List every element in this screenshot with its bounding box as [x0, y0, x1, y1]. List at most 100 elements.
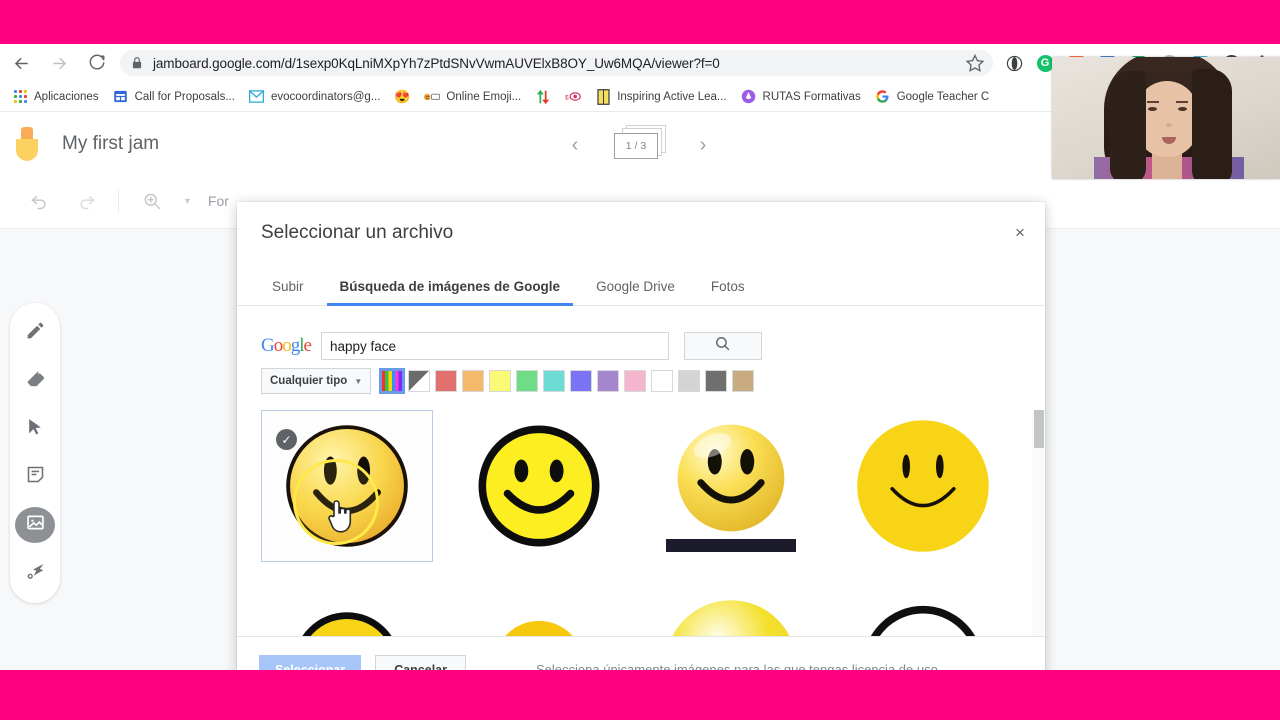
reload-icon[interactable] [80, 46, 114, 80]
bookmark-label: Aplicaciones [34, 90, 99, 103]
eraser-icon [25, 368, 46, 394]
results-row [261, 590, 1021, 636]
result-happy-face-5[interactable] [261, 590, 433, 636]
google-logo: Google [261, 335, 312, 356]
cursor-arrow-icon [25, 417, 45, 442]
opera-extension-icon[interactable] [1001, 50, 1027, 76]
bookmark-aplicaciones[interactable]: Aplicaciones [6, 85, 105, 109]
swatch-orange[interactable] [462, 370, 485, 392]
swatch-purple[interactable] [597, 370, 620, 392]
happy-face-image [478, 425, 600, 547]
swatch-white[interactable] [651, 370, 674, 392]
jamboard-logo-icon [16, 126, 38, 161]
dialog-footer: Seleccionar Cancelar Selecciona únicamen… [237, 636, 1045, 670]
page-thumbnail-stack[interactable]: 1 / 3 [608, 125, 670, 165]
cancel-button[interactable]: Cancelar [375, 655, 466, 670]
chevron-down-icon[interactable]: ▼ [183, 196, 192, 206]
swatch-teal[interactable] [543, 370, 566, 392]
screen: jamboard.google.com/d/1sexp0KqLniMXpYh7z… [0, 0, 1280, 720]
undo-icon[interactable] [22, 184, 56, 218]
swatch-blue[interactable] [570, 370, 593, 392]
page-navigation: ‹ 1 / 3 › [556, 123, 722, 167]
swatch-brown[interactable] [732, 370, 755, 392]
result-happy-face-8[interactable] [837, 590, 1009, 636]
tab-google-image-search[interactable]: Búsqueda de imágenes de Google [326, 279, 574, 306]
bookmark-label: Inspiring Active Lea... [617, 90, 727, 103]
search-icon [714, 335, 731, 357]
bookmark-google-teacher[interactable]: Google Teacher C [869, 85, 995, 109]
filter-row: Cualquier tipo ▼ [261, 368, 759, 394]
swatch-green[interactable] [516, 370, 539, 392]
bookmark-inspiring-active-learning[interactable]: Inspiring Active Lea... [589, 85, 732, 109]
page-title: My first jam [62, 132, 160, 154]
bookmark-rutas-formativas[interactable]: RUTAS Formativas [735, 85, 867, 109]
apps-grid-icon [12, 89, 28, 105]
happy-face-image [870, 605, 976, 636]
select-tool[interactable] [15, 411, 55, 447]
result-happy-face-6[interactable] [453, 590, 625, 636]
back-arrow-icon[interactable] [4, 46, 38, 80]
dialog-title: Seleccionar un archivo [261, 222, 454, 243]
license-note: Selecciona únicamente imágenes para las … [536, 662, 942, 670]
mail-icon [249, 89, 265, 105]
type-filter-dropdown[interactable]: Cualquier tipo ▼ [261, 368, 372, 394]
search-input[interactable] [320, 332, 669, 360]
image-tool[interactable] [15, 507, 55, 543]
redo-icon[interactable] [70, 184, 104, 218]
swatch-black-and-white[interactable] [408, 370, 431, 392]
dialog-scrollbar-thumb[interactable] [1034, 410, 1044, 448]
star-icon[interactable] [965, 53, 985, 73]
close-icon[interactable]: × [1007, 219, 1033, 245]
bookmark-label: Call for Proposals... [134, 90, 235, 103]
chevron-down-icon: ▼ [354, 376, 363, 386]
heart-eyes-emoji-icon: 😍 [394, 89, 411, 104]
laser-tool[interactable] [15, 555, 55, 591]
swatch-red[interactable] [435, 370, 458, 392]
swatch-gray-dark[interactable] [705, 370, 728, 392]
book-icon [595, 88, 611, 105]
image-icon [25, 512, 46, 538]
swatch-any-color[interactable] [379, 368, 406, 394]
presenter-webcam [1052, 57, 1280, 179]
bookmark-call-for-proposals[interactable]: Call for Proposals... [107, 85, 241, 109]
tool-rail [10, 303, 60, 603]
lock-icon [132, 57, 142, 69]
address-bar[interactable]: jamboard.google.com/d/1sexp0KqLniMXpYh7z… [120, 50, 993, 76]
happy-face-image [677, 424, 785, 532]
search-row: Google [261, 332, 762, 360]
tab-subir[interactable]: Subir [259, 279, 317, 305]
toolbar-divider [118, 189, 119, 213]
zoom-in-icon[interactable] [135, 184, 169, 218]
background-label[interactable]: For [208, 193, 229, 209]
select-button[interactable]: Seleccionar [259, 655, 362, 670]
bookmark-evocoordinators[interactable]: evocoordinators@g... [243, 85, 386, 109]
monitor-emoji-icon [424, 89, 441, 105]
eraser-tool[interactable] [15, 363, 55, 399]
chevron-left-icon[interactable]: ‹ [556, 126, 594, 164]
bookmark-label: Online Emoji... [446, 90, 522, 103]
chevron-right-icon[interactable]: › [684, 126, 722, 164]
result-happy-face-3[interactable] [645, 410, 817, 562]
happy-face-image [505, 620, 573, 636]
result-happy-face-4[interactable] [837, 410, 1009, 562]
sticky-note-tool[interactable] [15, 459, 55, 495]
swatch-yellow[interactable] [489, 370, 512, 392]
result-happy-face-7[interactable] [645, 590, 817, 636]
bookmark-heart-eyes[interactable]: 😍 [388, 85, 416, 109]
swatch-pink[interactable] [624, 370, 647, 392]
slides-icon [113, 89, 129, 105]
bookmark-eye[interactable]: $ [559, 85, 587, 109]
drop-icon [741, 89, 757, 105]
hand-cursor-icon [328, 500, 352, 533]
result-happy-face-2[interactable] [453, 410, 625, 562]
tab-google-drive[interactable]: Google Drive [583, 279, 688, 305]
swatch-gray-light[interactable] [678, 370, 701, 392]
bookmark-online-emoji[interactable]: Online Emoji... [418, 85, 527, 109]
pen-tool[interactable] [15, 315, 55, 351]
bookmark-up-down-arrows[interactable] [529, 85, 557, 109]
search-button[interactable] [683, 332, 762, 360]
forward-arrow-icon[interactable] [42, 46, 76, 80]
tab-fotos[interactable]: Fotos [698, 279, 758, 305]
type-filter-label: Cualquier tipo [270, 375, 348, 387]
select-file-dialog: Seleccionar un archivo × Subir Búsqueda … [237, 202, 1045, 670]
